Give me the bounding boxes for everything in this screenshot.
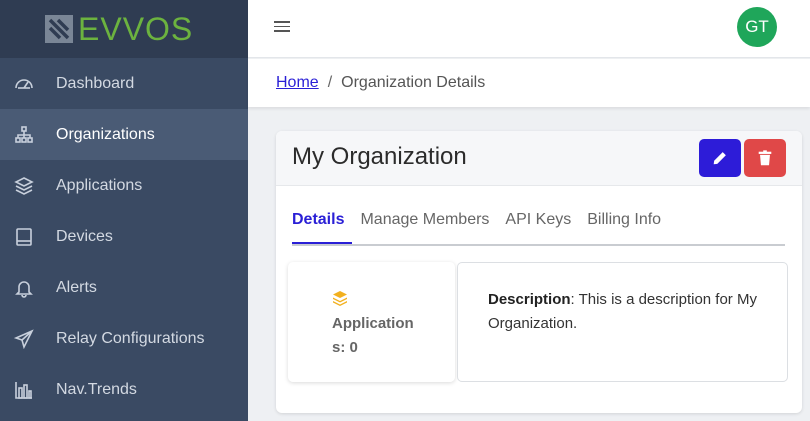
trash-icon	[758, 150, 772, 166]
sidebar-item-applications[interactable]: Applications	[0, 160, 248, 211]
breadcrumb-separator: /	[327, 74, 333, 91]
brand-name: EVVOS	[78, 11, 194, 47]
breadcrumb-home-link[interactable]: Home	[276, 74, 319, 92]
bell-icon	[14, 278, 34, 298]
tab-bar: Details Manage Members API Keys Billing …	[292, 211, 785, 246]
organization-card: My Organization Details Manage Members A…	[276, 131, 802, 413]
sidebar-item-nav-trends[interactable]: Nav.Trends	[0, 364, 248, 415]
sidebar: EVVOS Dashboard Organizations Applicatio…	[0, 0, 248, 421]
sitemap-icon	[14, 125, 34, 145]
sidebar-item-label: Applications	[56, 176, 143, 194]
edit-button[interactable]	[699, 139, 741, 177]
delete-button[interactable]	[744, 139, 786, 177]
sidebar-item-label: Dashboard	[56, 74, 135, 92]
layers-icon	[333, 291, 347, 306]
avatar[interactable]: GT	[737, 7, 777, 47]
tab-billing-info[interactable]: Billing Info	[579, 211, 669, 244]
applications-stat: Applications: 0	[288, 262, 455, 382]
sidebar-nav: Dashboard Organizations Applications Dev…	[0, 58, 248, 415]
sidebar-item-label: Relay Configurations	[56, 329, 205, 347]
pencil-icon	[713, 152, 726, 165]
layers-icon	[14, 176, 34, 196]
gauge-icon	[14, 74, 34, 94]
topbar: GT	[248, 0, 810, 58]
breadcrumb: Home / Organization Details	[248, 59, 810, 107]
tab-manage-members[interactable]: Manage Members	[352, 211, 497, 244]
evvos-logo-icon	[45, 15, 73, 43]
sidebar-item-label: Alerts	[56, 278, 97, 296]
description-text: Description: This is a description for M…	[488, 288, 768, 336]
tablet-icon	[14, 227, 34, 247]
sidebar-item-dashboard[interactable]: Dashboard	[0, 58, 248, 109]
tab-details[interactable]: Details	[292, 211, 353, 244]
sidebar-item-alerts[interactable]: Alerts	[0, 262, 248, 313]
sidebar-item-label: Organizations	[56, 125, 155, 143]
bar-chart-icon	[14, 380, 34, 400]
sidebar-item-label: Devices	[56, 227, 113, 245]
sidebar-item-relay-configurations[interactable]: Relay Configurations	[0, 313, 248, 364]
sidebar-item-organizations[interactable]: Organizations	[0, 109, 248, 160]
applications-count: Applications: 0	[332, 315, 414, 356]
card-header: My Organization	[276, 131, 802, 186]
sidebar-item-devices[interactable]: Devices	[0, 211, 248, 262]
description-label: Description	[488, 291, 571, 308]
sidebar-item-label: Nav.Trends	[56, 380, 137, 398]
tab-api-keys[interactable]: API Keys	[497, 211, 579, 244]
menu-toggle-icon[interactable]	[274, 18, 290, 34]
breadcrumb-current: Organization Details	[341, 74, 486, 91]
page-title: My Organization	[292, 143, 467, 170]
description-panel: Description: This is a description for M…	[457, 262, 788, 382]
brand[interactable]: EVVOS	[0, 0, 248, 58]
paper-plane-icon	[14, 328, 34, 349]
